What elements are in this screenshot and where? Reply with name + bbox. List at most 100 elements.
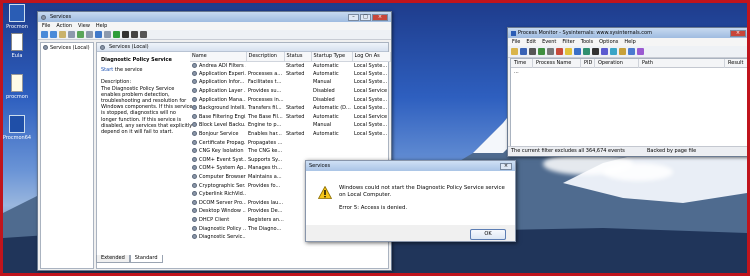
pause-icon[interactable] — [131, 31, 138, 38]
filter-icon[interactable] — [556, 48, 563, 55]
event-list[interactable]: Time ... Process Name PID Operation Path… — [510, 58, 748, 152]
target-icon[interactable] — [574, 48, 581, 55]
desktop-icon-eula[interactable]: Eula — [2, 33, 32, 59]
close-button[interactable]: × — [730, 29, 746, 37]
menu-options[interactable]: Options — [599, 39, 618, 45]
refresh-icon[interactable] — [77, 31, 84, 38]
procmon-titlebar[interactable]: Process Monitor - Sysinternals: www.sysi… — [508, 28, 749, 38]
table-cell: Cyberlink RichVid... — [190, 190, 246, 199]
desktop-icon-procmon-txt[interactable]: procmon — [2, 74, 32, 100]
column-header[interactable]: Startup Type — [311, 52, 353, 62]
gear-icon — [192, 70, 197, 76]
table-cell: Local Syste... — [354, 70, 388, 77]
table-row[interactable]: Background Intelli... Transfers fil... Sta… — [190, 104, 390, 113]
table-row[interactable]: Application Infor... Facilitates t... Manu… — [190, 78, 390, 87]
gear-icon — [192, 131, 197, 137]
menu-tools[interactable]: Tools — [581, 39, 593, 45]
menu-edit[interactable]: Edit — [526, 39, 536, 45]
properties-icon[interactable] — [68, 31, 75, 38]
column-header[interactable]: Description — [246, 52, 285, 62]
start-service-link[interactable]: Start — [101, 67, 113, 73]
clear-icon[interactable] — [547, 48, 554, 55]
table-cell — [284, 121, 311, 130]
menu-file[interactable]: File — [42, 23, 50, 29]
col-process-name[interactable]: Process Name — [533, 58, 581, 68]
table-row[interactable]: CNG Key Isolation The CNG ke... — [190, 147, 390, 156]
up-icon[interactable] — [59, 31, 66, 38]
view-icon[interactable] — [104, 31, 111, 38]
table-row[interactable]: Andrea ADI Filters ... Started Automatic Lo… — [190, 61, 390, 70]
procmon64-icon — [9, 115, 25, 133]
table-cell: Local Service — [354, 113, 388, 120]
tab-standard[interactable]: Standard — [129, 255, 163, 263]
procmon-window[interactable]: Process Monitor - Sysinternals: www.sysi… — [507, 27, 750, 157]
table-row[interactable]: Bonjour Service Enables har... Started Auto… — [190, 130, 390, 139]
minimize-button[interactable]: – — [348, 13, 359, 21]
filesystem-icon[interactable] — [619, 48, 626, 55]
gear-icon — [192, 96, 197, 102]
dialog-title: Services — [309, 163, 331, 169]
col-result[interactable]: Result — [725, 59, 747, 68]
tree-icon[interactable] — [583, 48, 590, 55]
find-icon[interactable] — [592, 48, 599, 55]
menu-filter[interactable]: Filter — [562, 39, 574, 45]
table-row[interactable]: Certificate Propag... Propagates ... — [190, 138, 390, 147]
menu-action[interactable]: Action — [56, 23, 72, 29]
table-cell: Supports Sy... — [248, 156, 283, 163]
jump-icon[interactable] — [601, 48, 608, 55]
maximize-button[interactable]: □ — [360, 13, 371, 21]
col-time[interactable]: Time ... — [511, 58, 533, 75]
network-icon[interactable] — [628, 48, 635, 55]
service-name: Application Experi... — [199, 70, 246, 77]
col-path[interactable]: Path — [639, 58, 725, 68]
table-row[interactable]: Base Filtering Engi... The Base Fil... Sta… — [190, 113, 390, 122]
table-row[interactable]: Block Level Backu... Engine to p... Manual… — [190, 121, 390, 130]
column-header[interactable]: Log On As — [352, 52, 391, 62]
error-dialog[interactable]: Services × Windows could not start the D… — [305, 160, 516, 242]
table-row[interactable]: Application Layer ... Provides su... Disab… — [190, 87, 390, 96]
menu-help[interactable]: Help — [624, 39, 635, 45]
menu-file[interactable]: File — [512, 39, 520, 45]
save-icon[interactable] — [520, 48, 527, 55]
capture-icon[interactable] — [529, 48, 536, 55]
menu-event[interactable]: Event — [542, 39, 556, 45]
status-backed: Backed by page file — [647, 148, 697, 154]
process-icon[interactable] — [637, 48, 644, 55]
menu-help[interactable]: Help — [96, 23, 107, 29]
ok-button[interactable]: OK — [470, 229, 506, 240]
stop-icon[interactable] — [122, 31, 129, 38]
forward-icon[interactable] — [50, 31, 57, 38]
gear-icon — [192, 199, 197, 205]
services-titlebar[interactable]: Services – □ × — [38, 12, 391, 22]
autoscroll-icon[interactable] — [538, 48, 545, 55]
export-icon[interactable] — [86, 31, 93, 38]
col-operation[interactable]: Operation — [595, 58, 639, 68]
table-cell: Processes in... — [248, 96, 284, 103]
table-cell: Local Service — [354, 88, 388, 95]
table-row[interactable]: Application Mana... Processes in... Disabl… — [190, 95, 390, 104]
tab-extended[interactable]: Extended — [96, 255, 130, 263]
column-header[interactable]: Status — [284, 52, 312, 62]
open-icon[interactable] — [511, 48, 518, 55]
back-icon[interactable] — [41, 31, 48, 38]
play-icon[interactable] — [113, 31, 120, 38]
service-name: DCOM Server Pro... — [199, 199, 246, 206]
registry-icon[interactable] — [610, 48, 617, 55]
highlight-icon[interactable] — [565, 48, 572, 55]
menu-view[interactable]: View — [78, 23, 90, 29]
desktop-icon-label: Eula — [11, 53, 23, 59]
gear-icon — [192, 62, 197, 68]
desktop-icon-procmon64[interactable]: Procmon64 — [2, 115, 32, 141]
dialog-titlebar[interactable]: Services × — [306, 161, 515, 171]
col-pid[interactable]: PID — [581, 58, 595, 68]
service-name: Bonjour Service — [199, 131, 239, 138]
restart-icon[interactable] — [140, 31, 147, 38]
close-button[interactable]: × — [372, 13, 388, 21]
close-button[interactable]: × — [500, 162, 512, 170]
desktop-icon-procmon[interactable]: Procmon — [2, 4, 32, 30]
tree-item-services-local[interactable]: Services (Local) — [41, 43, 93, 53]
help-icon[interactable] — [95, 31, 102, 38]
gear-icon — [192, 105, 197, 111]
column-header[interactable]: Name — [190, 52, 247, 62]
table-row[interactable]: Application Experi... Processes a... Start… — [190, 70, 390, 79]
